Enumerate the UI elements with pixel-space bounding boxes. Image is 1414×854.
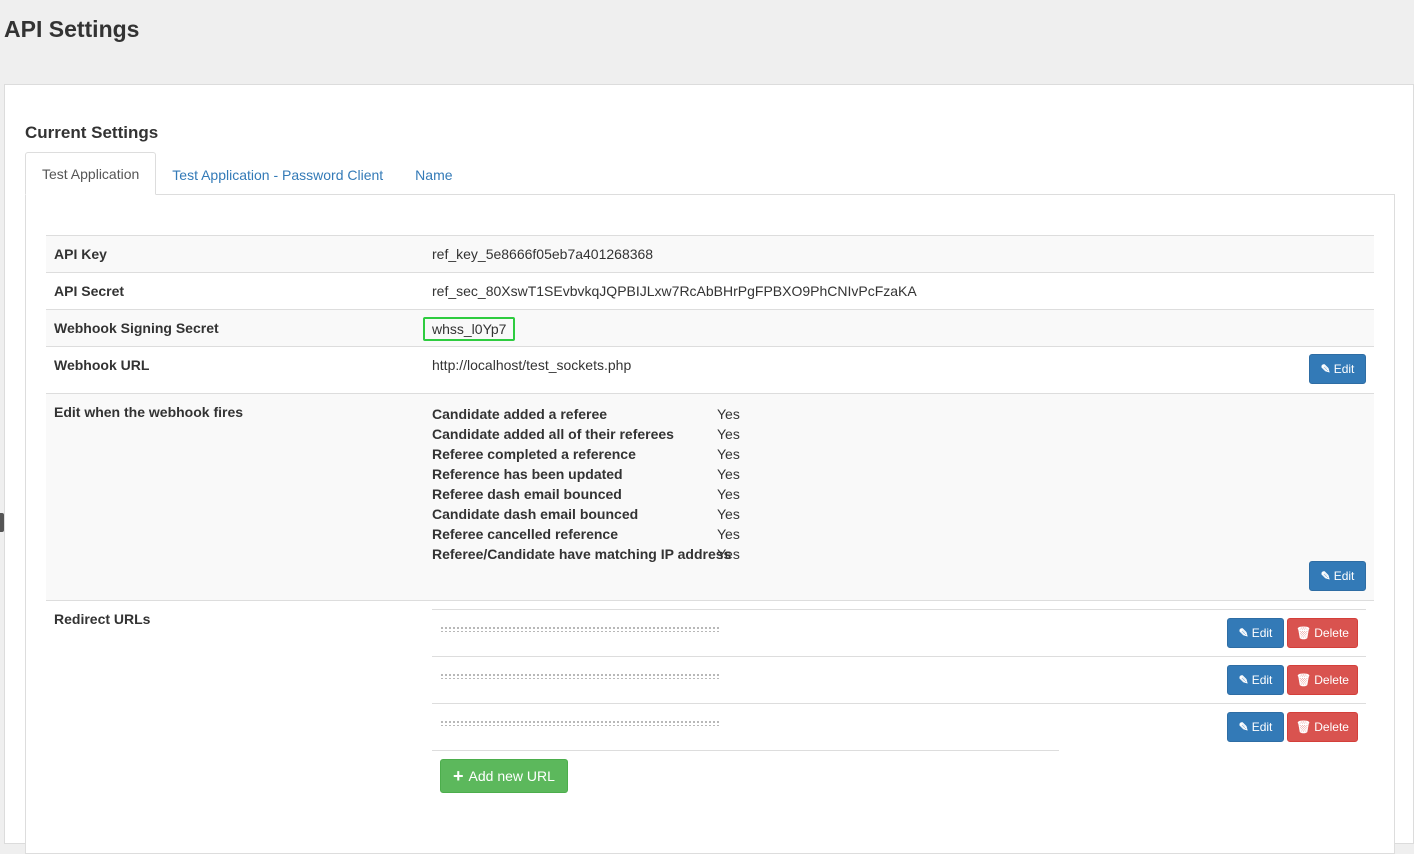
webhook-fires-edit-button[interactable]: ✎ Edit bbox=[1309, 561, 1366, 591]
tab-name[interactable]: Name bbox=[399, 154, 468, 195]
webhook-fires-label: Edit when the webhook fires bbox=[54, 404, 244, 420]
event-name: Candidate added all of their referees bbox=[432, 426, 674, 442]
edit-button-label: Edit bbox=[1251, 720, 1273, 734]
delete-button-label: Delete bbox=[1314, 626, 1349, 640]
webhook-url-row: Webhook URL http://localhost/test_socket… bbox=[46, 347, 1374, 394]
event-name: Referee/Candidate have matching IP addre… bbox=[432, 546, 732, 562]
edit-button-label: Edit bbox=[1251, 673, 1273, 687]
redirect-urls-label: Redirect URLs bbox=[54, 611, 151, 627]
redirect-urls-row: Redirect URLs ✎ Edit 🗑 Delete ✎ Edit 🗑 D… bbox=[46, 601, 1374, 801]
redirect-delete-button[interactable]: 🗑 Delete bbox=[1287, 712, 1358, 742]
list-item: Referee dash email bounced Yes bbox=[432, 484, 740, 504]
list-item: Candidate added a referee Yes bbox=[432, 404, 740, 424]
edit-button-label: Edit bbox=[1333, 569, 1355, 583]
edit-button-label: Edit bbox=[1333, 362, 1355, 376]
tab-test-application-password-client[interactable]: Test Application - Password Client bbox=[156, 154, 399, 195]
redirect-list-divider bbox=[432, 750, 1059, 751]
edit-button-label: Edit bbox=[1251, 626, 1273, 640]
list-item: ✎ Edit 🗑 Delete bbox=[432, 609, 1366, 656]
event-status: Yes bbox=[717, 406, 740, 422]
application-tabs: Test Application Test Application - Pass… bbox=[25, 152, 1395, 195]
redirect-delete-button[interactable]: 🗑 Delete bbox=[1287, 665, 1358, 695]
list-item: Candidate dash email bounced Yes bbox=[432, 504, 740, 524]
list-item: ✎ Edit 🗑 Delete bbox=[432, 656, 1366, 703]
list-item: Candidate added all of their referees Ye… bbox=[432, 424, 740, 444]
section-title: Current Settings bbox=[25, 123, 159, 142]
delete-button-label: Delete bbox=[1314, 673, 1349, 687]
redacted-url bbox=[440, 673, 720, 679]
redirect-edit-button[interactable]: ✎ Edit bbox=[1227, 618, 1284, 648]
add-new-url-label: Add new URL bbox=[468, 768, 555, 784]
edit-icon: ✎ bbox=[1238, 626, 1249, 640]
list-item: Reference has been updated Yes bbox=[432, 464, 740, 484]
settings-panel: Current Settings Test Application Test A… bbox=[4, 84, 1414, 854]
api-key-row: API Key ref_key_5e8666f05eb7a401268368 bbox=[46, 236, 1374, 273]
event-name: Referee cancelled reference bbox=[432, 526, 618, 542]
edit-icon: ✎ bbox=[1320, 569, 1331, 583]
trash-icon: 🗑 bbox=[1296, 720, 1312, 734]
webhook-signing-secret-row: Webhook Signing Secret whss_l0Yp7 bbox=[46, 310, 1374, 347]
event-name: Candidate added a referee bbox=[432, 406, 608, 422]
event-status: Yes bbox=[717, 526, 740, 542]
api-secret-value: ref_sec_80XswT1SEvbvkqJQPBIJLxw7RcAbBHrP… bbox=[432, 283, 917, 299]
event-status: Yes bbox=[717, 486, 740, 502]
page-title: API Settings bbox=[4, 16, 140, 42]
api-secret-label: API Secret bbox=[54, 283, 125, 299]
redirect-url-list: ✎ Edit 🗑 Delete ✎ Edit 🗑 Delete ✎ Edit 🗑… bbox=[432, 609, 1366, 793]
trash-icon: 🗑 bbox=[1296, 673, 1312, 687]
list-item: Referee completed a reference Yes bbox=[432, 444, 740, 464]
event-name: Referee dash email bounced bbox=[432, 486, 622, 502]
edit-icon: ✎ bbox=[1320, 362, 1331, 376]
event-name: Referee completed a reference bbox=[432, 446, 636, 462]
delete-button-label: Delete bbox=[1314, 720, 1349, 734]
tab-content: API Key ref_key_5e8666f05eb7a401268368 A… bbox=[25, 194, 1395, 854]
api-key-value: ref_key_5e8666f05eb7a401268368 bbox=[432, 246, 654, 262]
list-item: ✎ Edit 🗑 Delete bbox=[432, 703, 1366, 750]
event-status: Yes bbox=[717, 546, 740, 562]
list-item: Referee cancelled reference Yes bbox=[432, 524, 740, 544]
redacted-url bbox=[440, 626, 720, 632]
webhook-url-edit-button[interactable]: ✎ Edit bbox=[1309, 354, 1366, 384]
settings-table: API Key ref_key_5e8666f05eb7a401268368 A… bbox=[46, 235, 1374, 801]
event-status: Yes bbox=[717, 446, 740, 462]
trash-icon: 🗑 bbox=[1296, 626, 1312, 640]
webhook-fires-row: Edit when the webhook fires Candidate ad… bbox=[46, 394, 1374, 601]
api-secret-row: API Secret ref_sec_80XswT1SEvbvkqJQPBIJL… bbox=[46, 273, 1374, 310]
add-new-url-button[interactable]: + Add new URL bbox=[440, 759, 568, 793]
webhook-signing-secret-label: Webhook Signing Secret bbox=[54, 320, 219, 336]
webhook-url-value: http://localhost/test_sockets.php bbox=[432, 357, 632, 373]
event-name: Candidate dash email bounced bbox=[432, 506, 639, 522]
webhook-url-label: Webhook URL bbox=[54, 357, 150, 373]
webhook-events-list: Candidate added a referee Yes Candidate … bbox=[432, 404, 740, 564]
event-status: Yes bbox=[717, 506, 740, 522]
edit-icon: ✎ bbox=[1238, 673, 1249, 687]
event-name: Reference has been updated bbox=[432, 466, 623, 482]
event-status: Yes bbox=[717, 466, 740, 482]
redacted-url bbox=[440, 720, 720, 726]
event-status: Yes bbox=[717, 426, 740, 442]
redirect-delete-button[interactable]: 🗑 Delete bbox=[1287, 618, 1358, 648]
plus-icon: + bbox=[453, 765, 464, 786]
webhook-signing-secret-value: whss_l0Yp7 bbox=[423, 317, 516, 341]
edit-icon: ✎ bbox=[1238, 720, 1249, 734]
redirect-edit-button[interactable]: ✎ Edit bbox=[1227, 665, 1284, 695]
tab-test-application[interactable]: Test Application bbox=[25, 152, 157, 195]
list-item: Referee/Candidate have matching IP addre… bbox=[432, 544, 740, 564]
api-key-label: API Key bbox=[54, 246, 107, 262]
redirect-edit-button[interactable]: ✎ Edit bbox=[1227, 712, 1284, 742]
